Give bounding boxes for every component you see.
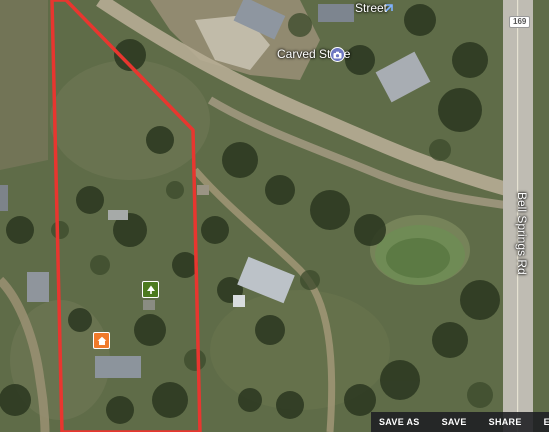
external-link-icon[interactable] [383, 1, 395, 13]
map-toolbar: SAVE AS SAVE SHARE EXPORT [371, 412, 549, 432]
save-button[interactable]: SAVE [434, 417, 467, 427]
camera-icon[interactable] [330, 47, 345, 62]
share-button[interactable]: SHARE [481, 417, 522, 427]
tree-icon[interactable] [142, 281, 159, 298]
satellite-map[interactable] [0, 0, 549, 432]
road-name-label: Bell Springs Rd [515, 192, 529, 275]
save-as-button[interactable]: SAVE AS [371, 417, 420, 427]
highway-shield: 169 [509, 16, 531, 28]
home-icon[interactable] [93, 332, 110, 349]
export-button[interactable]: EXPORT [536, 417, 549, 427]
